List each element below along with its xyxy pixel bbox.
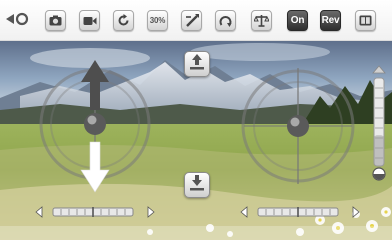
arrow-up-icon [81, 60, 109, 110]
slider-knob[interactable] [372, 167, 386, 181]
screen-button[interactable] [355, 10, 376, 31]
back-arrow-icon [5, 11, 31, 30]
video-camera-icon [83, 16, 97, 26]
flip-icon [219, 14, 232, 27]
left-trim-slider[interactable] [35, 204, 155, 220]
speed-label: 30% [149, 16, 166, 25]
land-icon [188, 174, 206, 196]
video-record-button[interactable] [79, 10, 100, 31]
altitude-slider[interactable] [368, 64, 390, 182]
balance-scale-icon [254, 14, 269, 27]
calibrate-button[interactable] [181, 10, 202, 31]
reverse-button[interactable]: Rev [320, 10, 341, 31]
slider-up-icon [372, 65, 386, 74]
back-button[interactable] [5, 12, 33, 28]
power-label: On [290, 15, 305, 26]
trim-right-arrow-icon [147, 206, 155, 218]
takeoff-icon [188, 53, 206, 75]
rotate-button[interactable] [113, 10, 134, 31]
trim-left-arrow-icon [240, 206, 248, 218]
left-joystick-knob[interactable] [84, 113, 106, 135]
trim-left-arrow-icon [35, 206, 43, 218]
screen-icon [359, 15, 372, 26]
top-toolbar: 30% On Rev [0, 0, 392, 41]
camera-icon [49, 15, 62, 26]
takeoff-button[interactable] [184, 51, 210, 77]
right-trim-slider[interactable] [240, 204, 360, 220]
left-joystick[interactable] [30, 58, 160, 198]
photo-button[interactable] [45, 10, 66, 31]
reverse-label: Rev [321, 15, 340, 26]
balance-button[interactable] [251, 10, 272, 31]
calibrate-icon [185, 14, 199, 27]
right-joystick[interactable] [236, 64, 360, 188]
flip-button[interactable] [215, 10, 236, 31]
land-button[interactable] [184, 172, 210, 198]
trim-right-arrow-icon [352, 206, 360, 218]
speed-button[interactable]: 30% [147, 10, 168, 31]
rotate-icon [117, 14, 130, 27]
right-joystick-knob[interactable] [287, 115, 309, 137]
power-button[interactable]: On [287, 10, 308, 31]
